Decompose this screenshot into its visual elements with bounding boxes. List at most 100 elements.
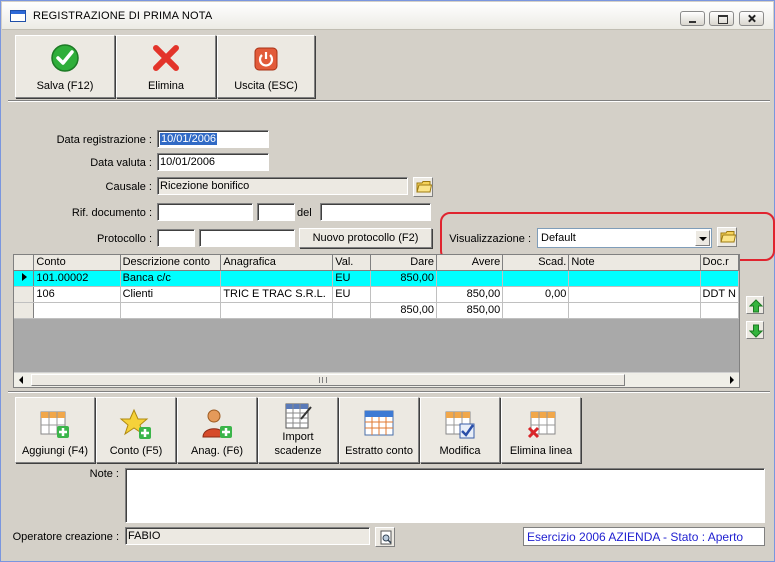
cell-val[interactable]: EU <box>332 270 371 287</box>
rif-documento-label: Rif. documento : <box>71 207 152 219</box>
rif-documento-serie-input[interactable] <box>257 203 295 221</box>
del-label: del <box>297 207 312 219</box>
note-label: Note : <box>89 468 119 480</box>
exit-button[interactable]: Uscita (ESC) <box>217 35 315 98</box>
conto-button[interactable]: Conto (F5) <box>96 397 176 463</box>
cell-anagrafica[interactable]: TRIC E TRAC S.R.L. <box>220 286 334 303</box>
power-icon <box>254 47 278 71</box>
chevron-down-icon[interactable] <box>695 230 710 246</box>
operatore-input[interactable]: FABIO <box>125 527 370 545</box>
totals-empty-cell <box>220 302 334 319</box>
row-indicator <box>14 286 35 303</box>
cell-descrizione[interactable]: Clienti <box>120 286 222 303</box>
calendar-icon <box>364 410 394 436</box>
minimize-button[interactable] <box>680 11 705 26</box>
visualizzazione-browse-button[interactable] <box>717 227 737 247</box>
estratto-conto-button[interactable]: Estratto conto <box>339 397 419 463</box>
table-row[interactable]: 106 Clienti TRIC E TRAC S.R.L. EU 850,00… <box>14 286 739 303</box>
table-row[interactable]: 101.00002 Banca c/c EU 850,00 <box>14 270 739 287</box>
current-row-arrow-icon <box>22 273 27 281</box>
nuovo-protocollo-button[interactable]: Nuovo protocollo (F2) <box>299 228 432 248</box>
causale-browse-button[interactable] <box>413 177 433 197</box>
col-header-avere[interactable]: Avere <box>436 255 504 271</box>
checkmark-icon <box>51 44 79 72</box>
cell-descrizione[interactable]: Banca c/c <box>120 270 222 287</box>
col-header-val[interactable]: Val. <box>332 255 371 271</box>
window: REGISTRAZIONE DI PRIMA NOTA Salva (F12) … <box>0 0 775 562</box>
modifica-button[interactable]: Modifica <box>420 397 500 463</box>
cell-dare[interactable]: 850,00 <box>370 270 438 287</box>
spreadsheet-import-icon <box>285 403 312 429</box>
cell-note[interactable] <box>568 286 701 303</box>
col-header-scad[interactable]: Scad. <box>502 255 570 271</box>
protocollo-number-input[interactable] <box>199 229 295 247</box>
aggiungi-button[interactable]: Aggiungi (F4) <box>15 397 95 463</box>
arrow-down-icon <box>749 324 763 338</box>
close-button[interactable] <box>739 11 764 26</box>
col-header-note[interactable]: Note <box>568 255 701 271</box>
data-registrazione-input[interactable]: 10/01/2006 <box>157 130 269 148</box>
protocollo-label: Protocollo : <box>96 233 152 245</box>
modifica-label: Modifica <box>439 445 481 457</box>
operatore-info-button[interactable] <box>375 527 395 547</box>
user-add-icon <box>202 409 232 438</box>
entries-table: Conto Descrizione conto Anagrafica Val. … <box>14 255 739 319</box>
folder-icon <box>416 181 432 193</box>
col-header-anagrafica[interactable]: Anagrafica <box>220 255 334 271</box>
total-dare: 850,00 <box>370 302 438 319</box>
cell-note[interactable] <box>568 270 701 287</box>
move-row-down-button[interactable] <box>746 321 764 339</box>
maximize-button[interactable] <box>709 11 734 26</box>
totals-empty-cell <box>33 302 121 319</box>
anagrafica-button[interactable]: Anag. (F6) <box>177 397 257 463</box>
entries-grid[interactable]: Conto Descrizione conto Anagrafica Val. … <box>13 254 740 388</box>
cell-conto[interactable]: 106 <box>33 286 121 303</box>
row-indicator <box>14 302 35 319</box>
cell-dare[interactable] <box>370 286 438 303</box>
cell-doc[interactable] <box>700 270 739 287</box>
cell-avere[interactable] <box>436 270 504 287</box>
col-header-doc[interactable]: Doc.r <box>700 255 739 271</box>
visualizzazione-label: Visualizzazione : <box>449 233 531 245</box>
aggiungi-label: Aggiungi (F4) <box>21 445 89 457</box>
col-header-dare[interactable]: Dare <box>370 255 438 271</box>
totals-row: 850,00 850,00 <box>14 302 739 319</box>
move-row-up-button[interactable] <box>746 296 764 314</box>
protocollo-input[interactable] <box>157 229 195 247</box>
cell-scad[interactable]: 0,00 <box>502 286 570 303</box>
delete-button[interactable]: Elimina <box>116 35 216 98</box>
grid-header-row: Conto Descrizione conto Anagrafica Val. … <box>14 255 739 271</box>
scroll-right-icon[interactable] <box>724 373 739 387</box>
title-bar: REGISTRAZIONE DI PRIMA NOTA <box>2 2 773 30</box>
status-bar: Esercizio 2006 AZIENDA - Stato : Aperto <box>523 527 765 546</box>
import-scadenze-button[interactable]: Import scadenze <box>258 397 338 463</box>
cell-conto[interactable]: 101.00002 <box>33 270 121 287</box>
cell-anagrafica[interactable] <box>220 270 334 287</box>
save-button[interactable]: Salva (F12) <box>15 35 115 98</box>
cell-scad[interactable] <box>502 270 570 287</box>
grid-separator <box>8 391 770 393</box>
visualizzazione-select[interactable]: Default <box>537 228 712 248</box>
red-x-icon <box>153 45 179 71</box>
elimina-linea-button[interactable]: Elimina linea <box>501 397 581 463</box>
window-app-icon <box>10 10 26 22</box>
col-header-descrizione[interactable]: Descrizione conto <box>120 255 222 271</box>
grid-horizontal-scrollbar[interactable] <box>14 372 739 387</box>
cell-val[interactable]: EU <box>332 286 371 303</box>
data-registrazione-label: Data registrazione : <box>56 134 152 146</box>
scroll-left-icon[interactable] <box>14 373 29 387</box>
conto-label: Conto (F5) <box>109 445 163 457</box>
cell-doc[interactable]: DDT N <box>700 286 739 303</box>
anagrafica-label: Anag. (F6) <box>191 445 243 457</box>
causale-input[interactable]: Ricezione bonifico <box>157 177 408 195</box>
import-label-line2: scadenze <box>274 445 322 457</box>
scroll-thumb[interactable] <box>31 374 625 386</box>
cell-avere[interactable]: 850,00 <box>436 286 504 303</box>
note-textarea[interactable] <box>125 468 765 523</box>
rif-documento-input[interactable] <box>157 203 253 221</box>
rif-documento-date-input[interactable] <box>320 203 431 221</box>
data-valuta-label: Data valuta : <box>90 157 152 169</box>
elimina-linea-label: Elimina linea <box>509 445 573 457</box>
col-header-conto[interactable]: Conto <box>33 255 121 271</box>
data-valuta-input[interactable]: 10/01/2006 <box>157 153 269 171</box>
